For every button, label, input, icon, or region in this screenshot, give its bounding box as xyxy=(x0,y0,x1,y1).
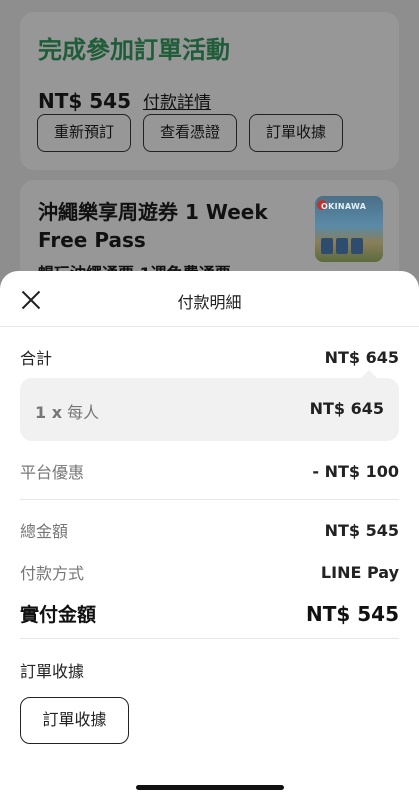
order-price-row: NT$ 545 付款詳情 xyxy=(38,88,211,113)
discount-row: 平台優惠 - NT$ 100 xyxy=(20,459,399,483)
amount-paid-row: 實付金額 NT$ 545 xyxy=(20,600,399,627)
receipt-section-title: 訂單收據 xyxy=(20,662,85,681)
amount-paid-value: NT$ 545 xyxy=(305,601,399,626)
discount-label: 平台優惠 xyxy=(20,463,85,482)
breakdown-unit: 每人 xyxy=(67,403,100,422)
total-value: NT$ 645 xyxy=(324,347,399,367)
subtotal-row: 總金額 NT$ 545 xyxy=(20,518,399,542)
breakdown-qty: 1 x xyxy=(35,403,63,422)
view-voucher-button[interactable]: 查看憑證 xyxy=(143,114,238,152)
divider xyxy=(20,638,399,639)
divider xyxy=(20,499,399,500)
rebook-button[interactable]: 重新預訂 xyxy=(37,114,132,152)
order-status-card: 完成參加訂單活動 NT$ 545 付款詳情 重新預訂 查看憑證 訂單收據 xyxy=(20,12,399,170)
payment-detail-sheet: 付款明細 合計 NT$ 645 1 x 每人 NT$ 645 平台優惠 - NT… xyxy=(0,271,419,800)
breakdown-label: 1 x 每人 xyxy=(35,399,99,423)
payment-method-value: LINE Pay xyxy=(320,562,399,582)
subtotal-label: 總金額 xyxy=(20,522,69,541)
payment-method-label: 付款方式 xyxy=(20,564,85,583)
price-breakdown: 1 x 每人 NT$ 645 xyxy=(20,370,399,441)
order-price: NT$ 545 xyxy=(38,89,132,113)
payment-method-row: 付款方式 LINE Pay xyxy=(20,560,399,584)
order-receipt-bg-button[interactable]: 訂單收據 xyxy=(249,114,344,152)
home-indicator xyxy=(136,785,284,790)
product-thumbnail: OKINAWA xyxy=(315,196,383,262)
sheet-title: 付款明細 xyxy=(177,293,242,312)
total-row: 合計 NT$ 645 xyxy=(20,345,399,369)
amount-paid-label: 實付金額 xyxy=(20,604,97,626)
discount-value: - NT$ 100 xyxy=(312,461,399,481)
product-title: 沖繩樂享周遊券 1 Week Free Pass xyxy=(38,200,268,252)
payment-detail-link[interactable]: 付款詳情 xyxy=(143,88,211,113)
sheet-header: 付款明細 xyxy=(0,271,419,327)
order-receipt-button[interactable]: 訂單收據 xyxy=(20,697,129,744)
total-label: 合計 xyxy=(20,349,53,368)
breakdown-value: NT$ 645 xyxy=(309,399,384,418)
order-status-title: 完成參加訂單活動 xyxy=(38,36,230,64)
subtotal-value: NT$ 545 xyxy=(324,520,399,540)
order-actions: 重新預訂 查看憑證 訂單收據 xyxy=(37,114,344,152)
thumbnail-cards xyxy=(321,238,363,254)
thumbnail-text: OKINAWA xyxy=(321,202,367,211)
